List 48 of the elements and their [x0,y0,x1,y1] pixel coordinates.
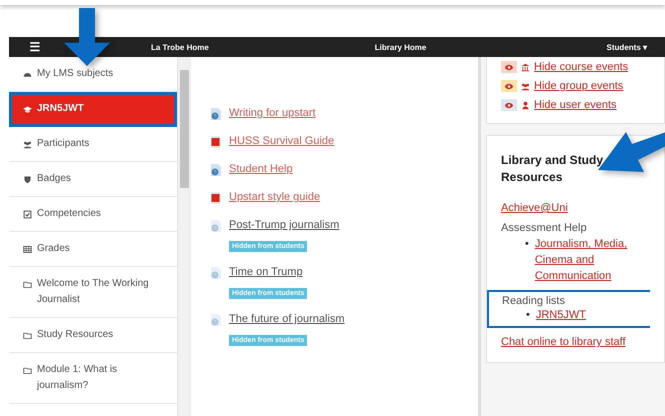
menu-icon[interactable]: ☰ [9,40,61,54]
graduation-cap-icon [23,105,32,114]
activity-link[interactable]: Post-Trump journalism [229,217,340,233]
sidebar-item[interactable]: Participants [9,127,177,162]
user-menu[interactable]: Students ▾ [606,42,647,52]
sidebar-item[interactable]: Badges [9,162,177,197]
sidebar-item[interactable]: Grades [9,232,177,267]
activity-link[interactable]: Student Help [229,161,293,177]
user-icon [521,100,530,110]
folder-icon [23,331,32,340]
reading-list-link[interactable]: JRN5JWT [536,307,642,323]
sidebar-item[interactable]: JRN5JWT [9,92,177,127]
bullet: • [525,237,529,252]
activity-link[interactable]: HUSS Survival Guide [229,133,334,149]
sidebar-item[interactable]: Study Resources [9,318,177,353]
sidebar-item[interactable]: Module 1: What is journalism? [9,353,177,404]
bullet: • [526,308,530,323]
building-icon [521,62,530,72]
activity-link[interactable]: Upstart style guide [229,189,320,205]
nav-link[interactable]: La Trobe Home [151,42,209,52]
checkbox-icon [23,210,32,219]
down-arrow-annotation [62,8,112,66]
folder-icon [23,280,32,289]
nav-link[interactable]: Library Home [374,42,426,52]
eye-icon[interactable] [501,80,517,92]
activity-link[interactable]: Time on Trump [229,264,303,280]
table-icon [23,245,32,254]
assessment-link[interactable]: Journalism, Media, Cinema and Communication [534,236,641,284]
folder-icon [23,366,32,375]
sidebar-item[interactable]: Competencies [9,197,177,232]
chat-link[interactable]: Chat online to library staff [501,334,626,350]
section-heading: Assessment Help [501,222,587,234]
hide-events-link[interactable]: Hide user events [534,97,617,113]
gauge-icon [23,70,32,79]
sidebar-item[interactable]: Welcome to The Working Journalist [9,267,177,318]
hide-events-link[interactable]: Hide course events [534,59,628,75]
section-heading: Reading lists [502,295,566,307]
activity-link[interactable]: Writing for upstart [229,105,316,121]
users-icon [521,82,530,90]
shield-icon [23,175,32,184]
users-icon [23,140,32,149]
achieve-link[interactable]: Achieve@Uni [501,200,568,216]
scrollbar[interactable] [178,57,191,416]
block-title: Library and Study Resources [501,152,604,186]
hide-events-link[interactable]: Hide group events [534,78,624,94]
activity-link[interactable]: The future of journalism [229,311,345,327]
eye-icon[interactable] [501,61,517,73]
eye-icon[interactable] [501,99,517,111]
